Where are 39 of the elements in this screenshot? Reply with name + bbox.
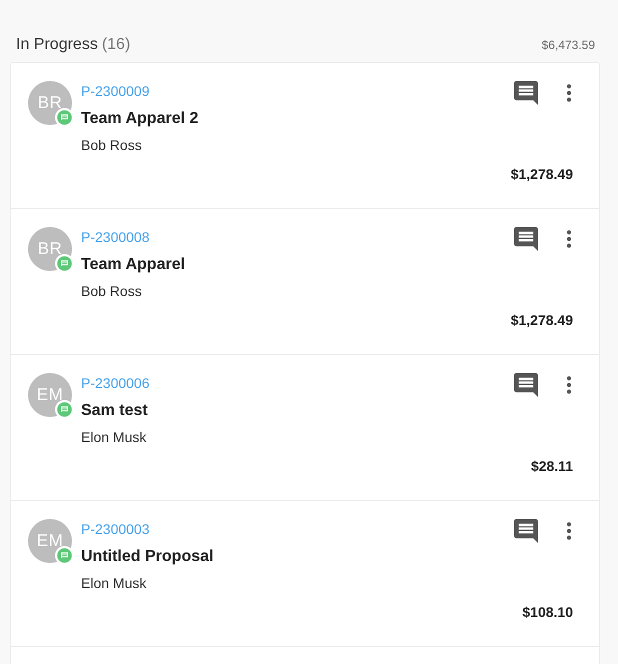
kebab-menu-icon (565, 230, 573, 248)
column-count: (16) (102, 35, 130, 55)
client-name: Elon Musk (81, 428, 146, 447)
proposal-title: Untitled Proposal (81, 547, 214, 567)
message-badge-icon (55, 108, 74, 127)
proposal-title: Team Apparel (81, 255, 186, 275)
more-options-button[interactable] (565, 230, 573, 248)
more-options-button[interactable] (565, 376, 573, 394)
proposal-item[interactable]: EM P-2300003 Untitled Proposal Elon Musk $108.10 (11, 501, 599, 647)
comment-button[interactable] (514, 81, 538, 105)
comment-button[interactable] (514, 227, 538, 251)
message-badge-icon (55, 546, 74, 565)
message-badge-icon (55, 254, 74, 273)
proposal-amount: $28.11 (530, 457, 573, 476)
client-name: Bob Ross (81, 282, 142, 301)
comment-button[interactable] (514, 519, 538, 543)
proposal-title: Sam test (81, 401, 148, 421)
comment-icon (514, 373, 538, 397)
proposal-item[interactable]: EM P-2300006 Sam test Elon Musk $28.11 (11, 355, 599, 501)
proposal-amount: $1,278.49 (510, 311, 573, 330)
more-options-button[interactable] (565, 84, 573, 102)
proposal-amount: $1,278.49 (510, 165, 573, 184)
kebab-menu-icon (565, 522, 573, 540)
kebab-menu-icon (565, 376, 573, 394)
proposal-title: Team Apparel 2 (81, 109, 198, 129)
comment-button[interactable] (514, 373, 538, 397)
client-name: Bob Ross (81, 136, 142, 155)
column-total: $6,473.59 (542, 37, 595, 54)
more-options-button[interactable] (565, 522, 573, 540)
message-badge-icon (55, 400, 74, 419)
column-title: In Progress (16, 35, 98, 55)
comment-icon (514, 227, 538, 251)
proposal-item[interactable]: BR P-2300009 Team Apparel 2 Bob Ross $1,278.49 (11, 63, 599, 209)
kebab-menu-icon (565, 84, 573, 102)
comment-icon (514, 81, 538, 105)
client-name: Elon Musk (81, 574, 146, 593)
proposal-amount: $108.10 (522, 603, 573, 622)
proposal-item[interactable]: BR P-2300008 Team Apparel Bob Ross $1,278.49 (11, 209, 599, 355)
comment-icon (514, 519, 538, 543)
